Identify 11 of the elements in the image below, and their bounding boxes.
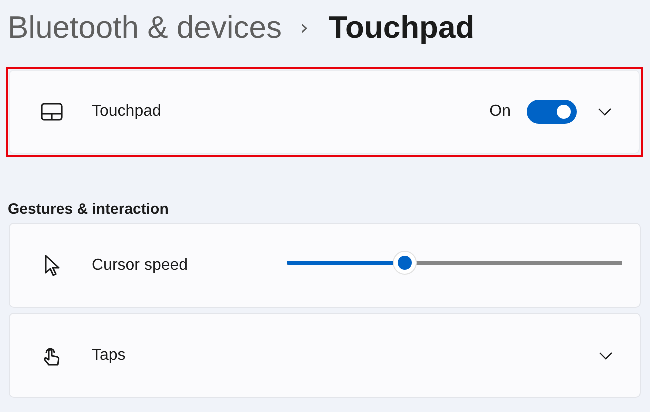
breadcrumb-link[interactable]: Bluetooth & devices — [8, 10, 282, 46]
touchpad-icon — [40, 100, 64, 124]
page-title: Touchpad — [328, 10, 475, 46]
setting-label: Taps — [92, 346, 127, 364]
chevron-separator: › — [300, 16, 309, 40]
setting-label: Cursor speed — [92, 256, 190, 274]
slider-thumb[interactable] — [392, 250, 417, 274]
section-heading: Gestures & interaction — [8, 201, 170, 220]
setting-label: Touchpad — [92, 103, 162, 121]
state-text: On — [490, 103, 511, 121]
toggle-switch[interactable] — [527, 100, 577, 124]
